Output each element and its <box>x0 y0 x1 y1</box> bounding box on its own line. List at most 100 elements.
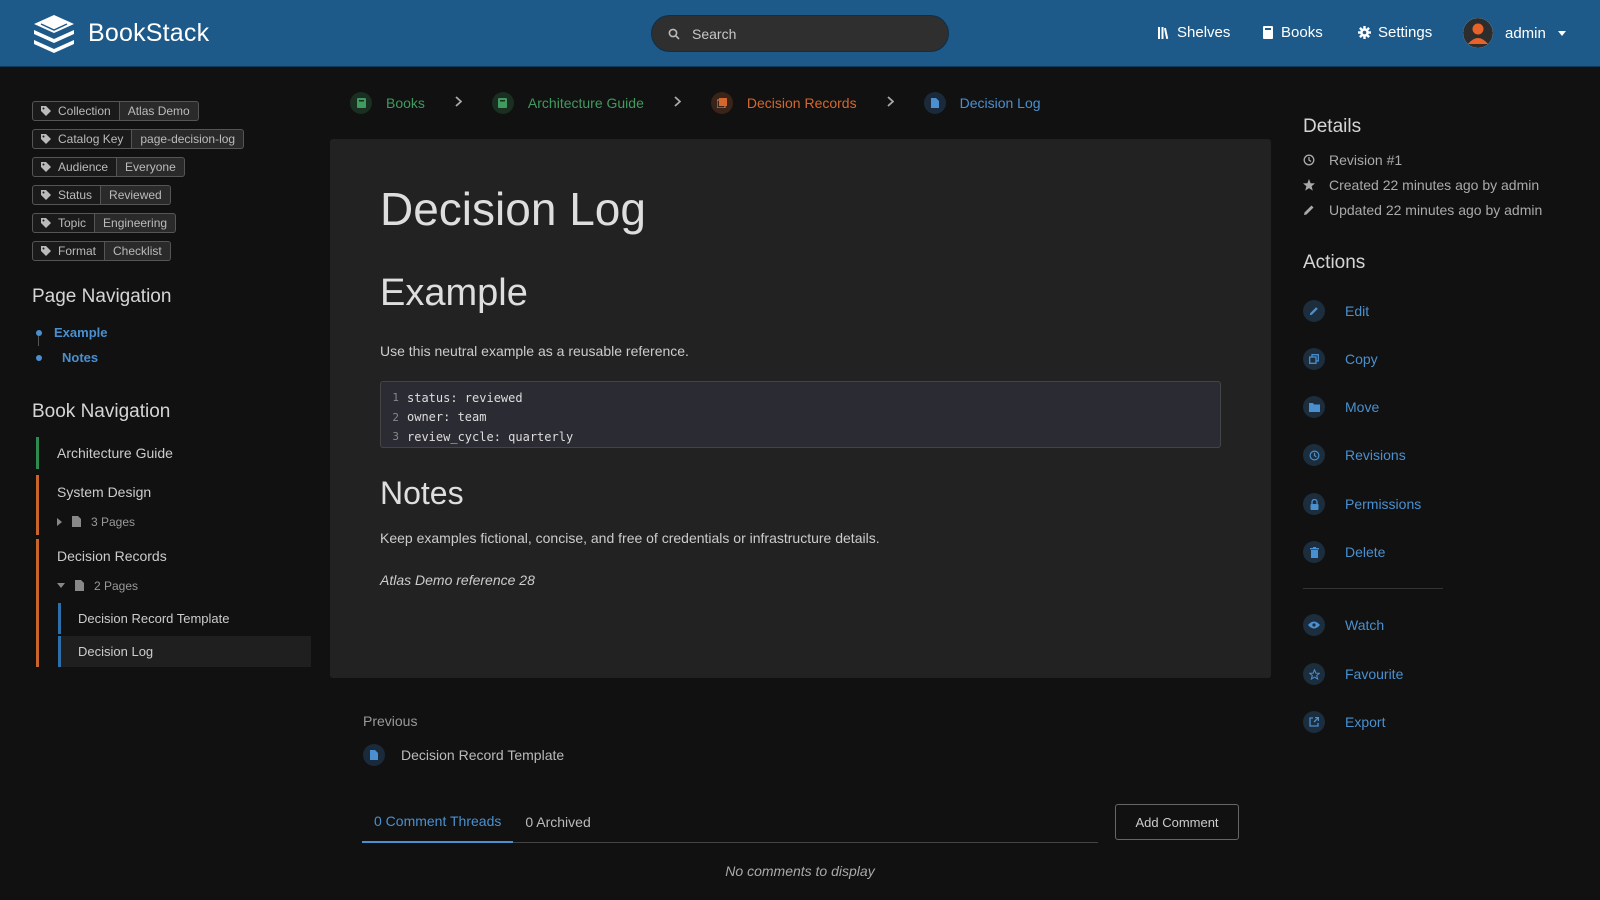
breadcrumb: Books Architecture Guide Decision Record… <box>350 92 1041 114</box>
tag-value[interactable]: Engineering <box>95 213 177 233</box>
detail-created: Created 22 minutes ago by admin <box>1303 177 1539 193</box>
move-action[interactable]: Move <box>1303 396 1379 418</box>
code-text: status: reviewed <box>407 390 523 405</box>
tag-name-text: Collection <box>58 104 111 118</box>
code-line: 1 status: reviewed <box>381 388 1220 408</box>
add-comment-button[interactable]: Add Comment <box>1115 804 1239 840</box>
shelves-icon <box>1158 27 1169 39</box>
book-icon <box>1263 26 1273 39</box>
tag-name[interactable]: Format <box>32 241 106 261</box>
caret-down-icon <box>1557 30 1566 36</box>
eye-icon <box>1303 614 1325 636</box>
tag[interactable]: Audience Everyone <box>32 157 185 177</box>
nav-dot-icon <box>36 329 42 336</box>
copy-icon <box>1303 348 1325 370</box>
tag-value[interactable]: Reviewed <box>101 185 171 205</box>
detail-revision[interactable]: Revision #1 <box>1303 152 1402 168</box>
pencil-icon <box>1304 205 1314 215</box>
page-icon <box>75 580 84 591</box>
tag[interactable]: Status Reviewed <box>32 185 171 205</box>
breadcrumb-book[interactable]: Architecture Guide <box>491 92 644 114</box>
tag-name[interactable]: Topic <box>32 213 96 233</box>
details-title: Details <box>1303 116 1362 137</box>
delete-action[interactable]: Delete <box>1303 541 1385 563</box>
page-nav-item-notes[interactable]: Notes <box>36 345 107 370</box>
history-icon <box>1303 444 1325 466</box>
chapter-pages-toggle[interactable]: 3 Pages <box>57 508 311 535</box>
star-outline-icon <box>1303 663 1325 685</box>
action-label: Favourite <box>1345 666 1404 682</box>
tag-name[interactable]: Status <box>32 185 102 205</box>
breadcrumb-label: Decision Log <box>959 95 1041 111</box>
line-number: 2 <box>392 410 399 424</box>
tag[interactable]: Topic Engineering <box>32 213 177 233</box>
action-label: Edit <box>1345 303 1370 319</box>
revisions-action[interactable]: Revisions <box>1303 444 1406 466</box>
watch-action[interactable]: Watch <box>1303 614 1384 636</box>
chapter-title[interactable]: System Design <box>57 475 311 508</box>
book-navigation: Architecture Guide System Design 3 Pages… <box>36 437 311 669</box>
chapter-pages-count: 2 Pages <box>94 578 139 593</box>
favourite-action[interactable]: Favourite <box>1303 663 1403 685</box>
tag-name[interactable]: Audience <box>32 157 118 177</box>
page-navigation-title: Page Navigation <box>32 286 172 307</box>
tag[interactable]: Catalog Key page-decision-log <box>32 129 245 149</box>
breadcrumb-page[interactable]: Decision Log <box>923 92 1041 114</box>
tag-name-text: Format <box>58 244 97 258</box>
nav-shelves-link[interactable]: Shelves <box>1158 24 1230 41</box>
app-logo[interactable]: BookStack <box>33 13 209 53</box>
page-nav-item-example[interactable]: Example <box>36 320 107 345</box>
nav-settings-label: Settings <box>1378 24 1433 41</box>
tag-value[interactable]: page-decision-log <box>132 129 245 149</box>
action-label: Copy <box>1345 351 1378 367</box>
page-content: Decision Log Example Use this neutral ex… <box>330 139 1271 678</box>
books-icon <box>350 92 372 114</box>
comment-tabs: 0 Comment Threads 0 Archived <box>362 800 1098 843</box>
nav-settings-link[interactable]: Settings <box>1358 24 1432 41</box>
tag-icon <box>41 218 51 228</box>
code-text: owner: team <box>407 410 487 425</box>
book-nav-book[interactable]: Architecture Guide <box>36 437 311 469</box>
previous-page-link[interactable]: Decision Record Template <box>363 744 564 766</box>
breadcrumb-chapter[interactable]: Decision Records <box>710 92 857 114</box>
pencil-icon <box>1303 300 1325 322</box>
book-nav-page-current[interactable]: Decision Log <box>58 636 311 667</box>
tag-value[interactable]: Checklist <box>105 241 171 261</box>
nav-books-link[interactable]: Books <box>1263 24 1323 41</box>
edit-action[interactable]: Edit <box>1303 300 1369 322</box>
nav-dot-icon <box>36 354 42 361</box>
detail-text: Updated 22 minutes ago by admin <box>1329 202 1543 218</box>
tag-name[interactable]: Collection <box>32 101 120 121</box>
book-nav-page[interactable]: Decision Record Template <box>58 603 311 634</box>
nav-books-label: Books <box>1281 24 1323 41</box>
user-menu[interactable]: admin <box>1463 18 1566 48</box>
search-bar[interactable] <box>651 15 949 52</box>
code-text: review_cycle: quarterly <box>407 429 574 444</box>
export-action[interactable]: Export <box>1303 711 1385 733</box>
tag-name[interactable]: Catalog Key <box>32 129 133 149</box>
tag-value[interactable]: Everyone <box>117 157 185 177</box>
caret-down-icon <box>57 583 65 588</box>
page-icon <box>363 744 385 766</box>
actions-divider <box>1303 588 1443 589</box>
book-navigation-title: Book Navigation <box>32 401 171 422</box>
tag-value[interactable]: Atlas Demo <box>119 101 199 121</box>
action-label: Delete <box>1345 544 1386 560</box>
user-avatar-icon <box>1463 18 1493 48</box>
breadcrumb-label: Architecture Guide <box>527 95 644 111</box>
paragraph: Keep examples fictional, concise, and fr… <box>380 530 880 546</box>
breadcrumb-label: Decision Records <box>746 95 857 111</box>
tag-name-text: Audience <box>58 160 109 174</box>
tag-icon <box>41 162 51 172</box>
breadcrumb-books[interactable]: Books <box>350 92 425 114</box>
tag[interactable]: Collection Atlas Demo <box>32 101 199 121</box>
copy-action[interactable]: Copy <box>1303 348 1378 370</box>
chapter-title[interactable]: Decision Records <box>57 539 311 572</box>
tab-archived[interactable]: 0 Archived <box>513 800 602 843</box>
search-input[interactable] <box>692 25 912 42</box>
chapter-pages-toggle[interactable]: 2 Pages <box>57 572 311 599</box>
tab-comment-threads[interactable]: 0 Comment Threads <box>362 800 514 843</box>
permissions-action[interactable]: Permissions <box>1303 493 1421 515</box>
code-block[interactable]: 1 status: reviewed 2 owner: team 3 revie… <box>380 381 1221 448</box>
tag[interactable]: Format Checklist <box>32 241 171 261</box>
